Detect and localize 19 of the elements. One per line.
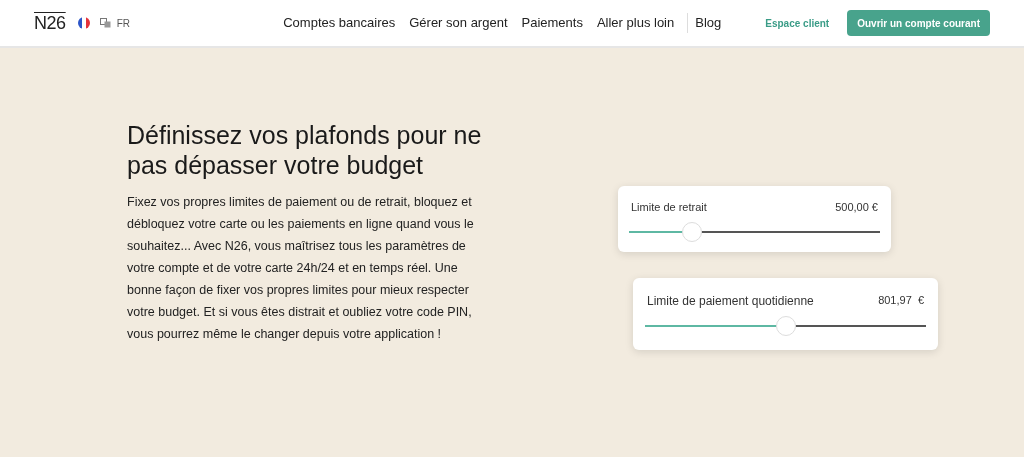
limit-value: 801,97 €: [878, 293, 924, 309]
nav-link[interactable]: Comptes bancaires: [283, 13, 396, 33]
language-selector[interactable]: FR: [116, 15, 130, 31]
limit-value: 500,00 €: [835, 200, 878, 215]
french-flag-icon: [77, 17, 90, 29]
slider-thumb[interactable]: [775, 315, 796, 336]
nav-link[interactable]: Blog: [695, 13, 722, 33]
limit-label: Limite de retrait: [631, 200, 707, 215]
limit-label: Limite de paiement quotidienne: [647, 292, 814, 310]
limit-slider[interactable]: [645, 315, 926, 336]
nav-link[interactable]: Gérer son argent: [409, 13, 508, 33]
slider-thumb[interactable]: [681, 221, 702, 242]
translate-icon[interactable]: [99, 18, 111, 28]
logo[interactable]: N26: [34, 9, 66, 37]
nav-link[interactable]: Paiements: [521, 13, 583, 33]
hero-paragraph: Fixez vos propres limites de paiement ou de retrait, bloquez et débloquez votre carte ou les paiements en ligne quand vous le souhaitez... Avec N26, vous maîtrisez tous les paramètres de votre compte et de votre carte 24h/24 et en temps réel. Une bonne façon de fixer vos propres limites pour mieux respecter votre budget. Et si vous êtes distrait et oubliez votre code PIN, vous pourrez même le changer depuis votre application !: [127, 194, 475, 343]
hero-title: Définissez vos plafonds pour ne pas dépasser votre budget: [127, 120, 483, 180]
limit-slider[interactable]: [629, 221, 880, 242]
nav-link[interactable]: Aller plus loin: [596, 13, 675, 33]
